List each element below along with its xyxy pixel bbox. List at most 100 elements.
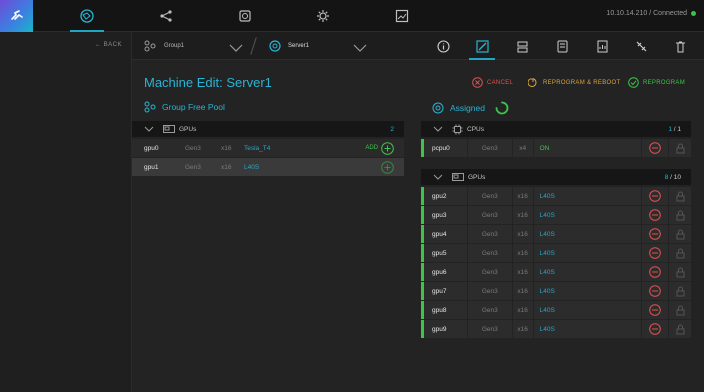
- lock-icon: [676, 191, 685, 201]
- device-model: L40S: [533, 244, 642, 262]
- assigned-row[interactable]: gpu8 Gen3 x16 L40S: [421, 301, 691, 319]
- device-name: gpu2: [424, 187, 467, 205]
- remove-button[interactable]: [642, 301, 669, 319]
- breadcrumb-group[interactable]: Group1: [164, 43, 184, 49]
- device-name: pcpu0: [424, 139, 467, 157]
- reprogram-reboot-button[interactable]: REPROGRAM & REBOOT: [528, 77, 620, 88]
- share-icon[interactable]: [149, 0, 183, 32]
- device-model: L40S: [533, 320, 642, 338]
- lock-button[interactable]: [669, 282, 691, 300]
- server-icon: [432, 102, 444, 114]
- assigned-row[interactable]: gpu7 Gen3 x16 L40S: [421, 282, 691, 300]
- assigned-row[interactable]: gpu2 Gen3 x16 L40S: [421, 187, 691, 205]
- device-gen: Gen3: [467, 263, 512, 281]
- device-gen: Gen3: [467, 320, 512, 338]
- lock-button[interactable]: [669, 263, 691, 281]
- chevron-down-icon[interactable]: [229, 40, 243, 58]
- device-model: L40S: [533, 225, 642, 243]
- remove-button[interactable]: [642, 139, 669, 157]
- device-width: x16: [512, 225, 533, 243]
- lock-button[interactable]: [669, 206, 691, 224]
- reprogram-button[interactable]: REPROGRAM: [628, 77, 685, 88]
- upload-icon[interactable]: [507, 32, 537, 60]
- assigned-row[interactable]: gpu4 Gen3 x16 L40S: [421, 225, 691, 243]
- device-model: L40S: [533, 263, 642, 281]
- disk-icon[interactable]: [228, 0, 262, 32]
- cancel-icon: [472, 77, 483, 88]
- check-icon: [628, 77, 639, 88]
- device-width: x16: [512, 282, 533, 300]
- assigned-row[interactable]: gpu6 Gen3 x16 L40S: [421, 263, 691, 281]
- lock-icon: [676, 286, 685, 296]
- breadcrumb-divider: [250, 37, 257, 55]
- pool-row[interactable]: gpu0 Gen3 x16 Tesla_T4 ADD: [132, 139, 404, 157]
- device-name: gpu5: [424, 244, 467, 262]
- pool-gpu-group-header[interactable]: GPUs 2: [132, 121, 404, 137]
- add-button[interactable]: [378, 158, 394, 176]
- reboot-icon: [528, 78, 537, 87]
- device-model: L40S: [533, 206, 642, 224]
- lock-button[interactable]: [669, 225, 691, 243]
- chevron-down-icon[interactable]: [433, 174, 443, 181]
- device-name: gpu0: [144, 144, 159, 152]
- group-icon: [143, 39, 157, 58]
- cancel-button[interactable]: CANCEL: [472, 77, 513, 88]
- edit-icon[interactable]: [467, 32, 497, 60]
- assigned-cpu-group-header[interactable]: CPUs 1 / 1: [421, 121, 691, 137]
- chevron-down-icon[interactable]: [433, 126, 443, 133]
- pool-gpu-group-label: GPUs: [179, 125, 197, 133]
- device-model: L40S: [533, 301, 642, 319]
- remove-button[interactable]: [642, 263, 669, 281]
- device-gen: Gen3: [467, 244, 512, 262]
- device-name: gpu8: [424, 301, 467, 319]
- gear-icon[interactable]: [306, 0, 340, 32]
- disconnect-icon[interactable]: [626, 32, 656, 60]
- remove-button[interactable]: [642, 225, 669, 243]
- add-circle-icon[interactable]: [381, 160, 394, 174]
- gpu-icon: [163, 125, 175, 133]
- device-width: x16: [512, 206, 533, 224]
- remove-circle-icon: [649, 142, 661, 154]
- assigned-gpu-count: 8 / 10: [665, 174, 681, 181]
- device-gen: Gen3: [467, 187, 512, 205]
- nodes-icon[interactable]: [70, 0, 104, 32]
- assigned-row[interactable]: pcpu0 Gen3 x4 ON: [421, 139, 691, 157]
- lock-button[interactable]: [669, 139, 691, 157]
- remove-button[interactable]: [642, 244, 669, 262]
- assigned-row[interactable]: gpu5 Gen3 x16 L40S: [421, 244, 691, 262]
- assigned-title: Assigned: [450, 103, 485, 113]
- trash-icon[interactable]: [665, 32, 695, 60]
- connection-status-text: 10.10.14.210 / Connected: [606, 10, 687, 17]
- assigned-gpu-group-header[interactable]: GPUs 8 / 10: [421, 169, 691, 185]
- report-icon[interactable]: [587, 32, 617, 60]
- assigned-panel: CPUs 1 / 1 pcpu0 Gen3 x4 ON GPUs 8 / 10 gpu…: [421, 121, 691, 339]
- server-box-icon[interactable]: [547, 32, 577, 60]
- remove-circle-icon: [649, 247, 661, 259]
- device-name: gpu4: [424, 225, 467, 243]
- add-button[interactable]: ADD: [365, 139, 394, 157]
- logo-icon[interactable]: [0, 0, 33, 32]
- device-model: L40S: [244, 163, 260, 171]
- assigned-row[interactable]: gpu9 Gen3 x16 L40S: [421, 320, 691, 338]
- add-circle-icon[interactable]: [381, 141, 394, 155]
- info-icon[interactable]: [428, 32, 458, 60]
- breadcrumb-server[interactable]: Server1: [288, 43, 309, 49]
- lock-button[interactable]: [669, 187, 691, 205]
- pool-row[interactable]: gpu1 Gen3 x16 L40S: [132, 158, 404, 176]
- back-button[interactable]: ← BACK: [95, 42, 122, 48]
- chevron-down-icon[interactable]: [353, 40, 367, 58]
- lock-button[interactable]: [669, 320, 691, 338]
- device-width: x16: [221, 144, 232, 152]
- page-title: Machine Edit: Server1: [144, 75, 272, 90]
- image-icon[interactable]: [385, 0, 419, 32]
- lock-button[interactable]: [669, 244, 691, 262]
- assigned-row[interactable]: gpu3 Gen3 x16 L40S: [421, 206, 691, 224]
- device-name: gpu7: [424, 282, 467, 300]
- lock-button[interactable]: [669, 301, 691, 319]
- remove-button[interactable]: [642, 320, 669, 338]
- remove-button[interactable]: [642, 187, 669, 205]
- remove-button[interactable]: [642, 206, 669, 224]
- chevron-down-icon[interactable]: [144, 126, 154, 133]
- remove-button[interactable]: [642, 282, 669, 300]
- cpu-icon: [452, 124, 463, 134]
